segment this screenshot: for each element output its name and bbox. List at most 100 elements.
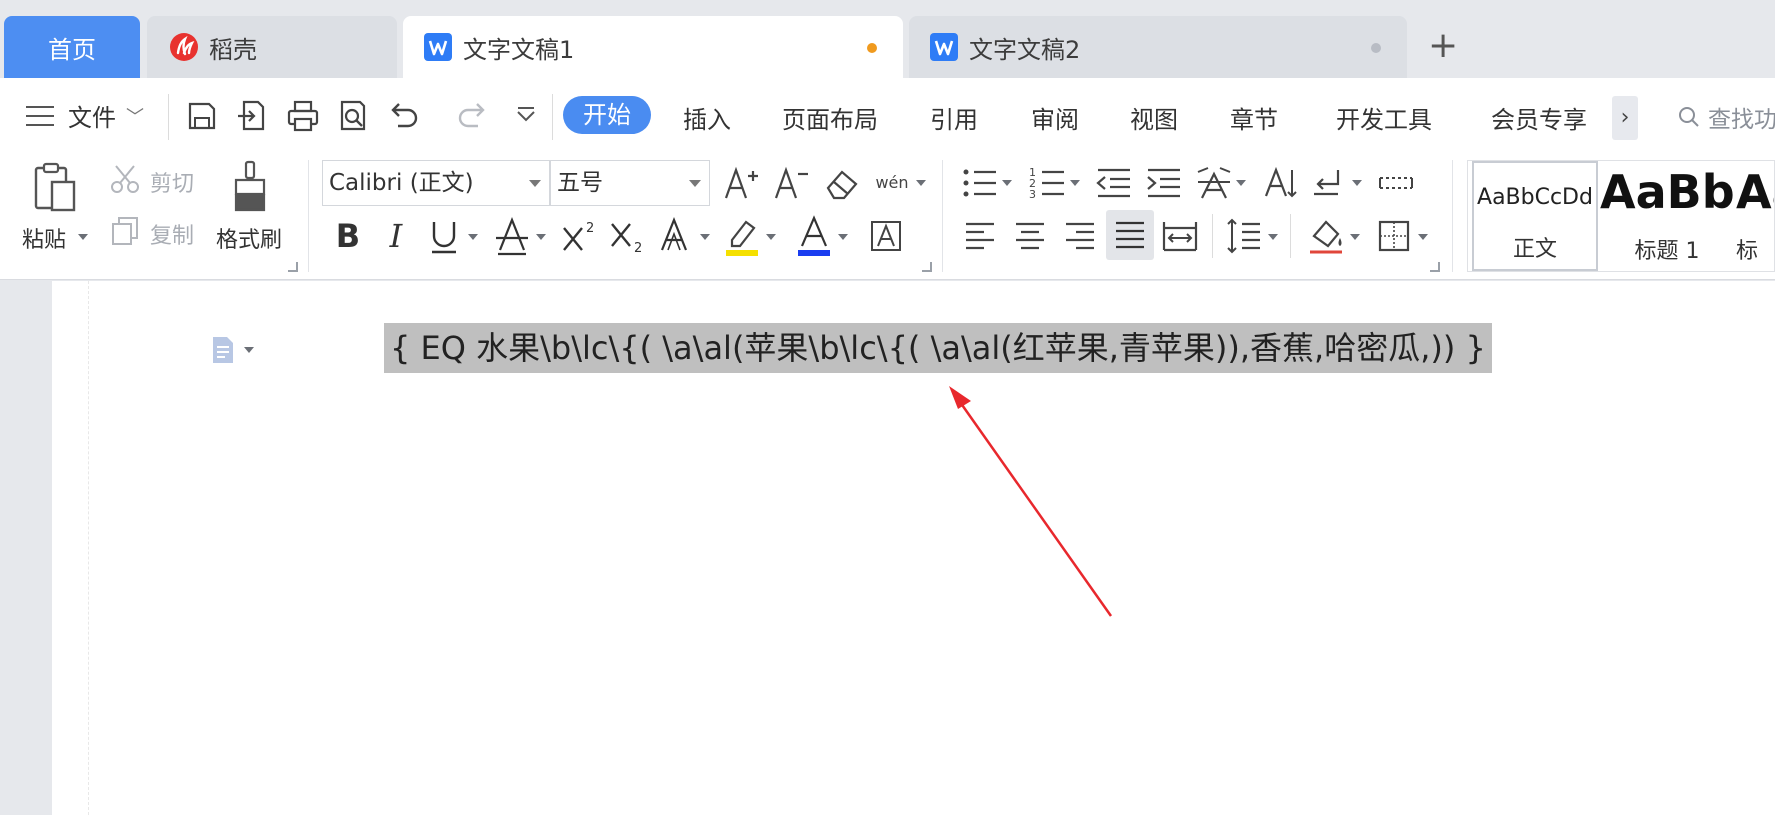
strikethrough-button[interactable] (492, 214, 532, 258)
align-left-icon (966, 222, 994, 250)
line-spacing-button[interactable] (1224, 214, 1264, 258)
bullets-button[interactable] (960, 164, 1000, 202)
tab-close-dot-icon[interactable] (1371, 43, 1381, 53)
show-marks-icon (1314, 170, 1340, 196)
text-direction-dropdown-icon[interactable] (1352, 180, 1362, 186)
char-border-button[interactable] (866, 214, 906, 258)
paint-bucket-icon (1310, 220, 1342, 254)
underline-dropdown-icon[interactable] (468, 234, 478, 240)
save-icon (188, 102, 216, 130)
command-search-label: 查找功 (1708, 107, 1775, 133)
svg-text:2: 2 (586, 221, 594, 236)
decrease-indent-icon (1096, 168, 1130, 198)
align-right-button[interactable] (1060, 214, 1100, 258)
shrink-font-button[interactable] (772, 164, 812, 202)
clear-format-button[interactable] (822, 164, 862, 202)
superscript-button[interactable]: 2 (560, 214, 600, 258)
sort-icon (1264, 166, 1297, 198)
tab-home[interactable]: 首页 (4, 16, 140, 78)
file-menu-label: 文件 (68, 104, 116, 132)
highlight-dropdown-icon[interactable] (766, 234, 776, 240)
text-direction-button[interactable] (1308, 164, 1348, 202)
font-name-select[interactable]: Calibri (正文) (322, 160, 550, 206)
numbering-dropdown-icon[interactable] (1070, 180, 1080, 186)
sort-button[interactable] (1260, 164, 1300, 202)
tab-references[interactable]: 引用 (930, 100, 978, 135)
paragraph-handle-button[interactable] (210, 335, 254, 365)
align-center-button[interactable] (1010, 214, 1050, 258)
justify-button[interactable] (1106, 210, 1154, 260)
equation-field-code[interactable]: { EQ 水果\b\lc\{( \a\al(苹果\b\lc\{( \a\al(红… (384, 323, 1492, 373)
style-heading-1[interactable]: AaBb 标题 1 (1600, 161, 1735, 271)
svg-text:3: 3 (1029, 188, 1036, 201)
chinese-layout-dropdown-icon[interactable] (1236, 180, 1246, 186)
export-button[interactable] (232, 96, 272, 136)
numbering-button[interactable]: 123 (1028, 164, 1068, 202)
document-page[interactable]: { EQ 水果\b\lc\{( \a\al(苹果\b\lc\{( \a\al(红… (52, 281, 1775, 815)
phonetic-guide-button[interactable]: wén (870, 162, 914, 202)
customize-quick-access-button[interactable] (506, 96, 546, 136)
paragraph-launcher-icon[interactable] (1430, 262, 1440, 272)
style-normal[interactable]: AaBbCcDd 正文 (1472, 161, 1598, 271)
print-icon (287, 100, 319, 132)
paste-button[interactable] (30, 160, 82, 216)
borders-button[interactable] (1374, 214, 1414, 258)
clipboard-launcher-icon[interactable] (288, 262, 298, 272)
font-color-dropdown-icon[interactable] (838, 234, 848, 240)
font-color-button[interactable] (794, 214, 834, 258)
new-tab-button[interactable]: + (1428, 26, 1458, 66)
highlight-button[interactable] (722, 214, 762, 258)
grow-font-button[interactable] (722, 164, 762, 202)
save-button[interactable] (182, 96, 222, 136)
underline-button[interactable] (424, 214, 464, 258)
tab-chapter[interactable]: 章节 (1230, 100, 1278, 135)
tab-insert[interactable]: 插入 (683, 100, 731, 135)
font-launcher-icon[interactable] (922, 262, 932, 272)
file-menu-button[interactable]: 文件 ﹀ (26, 98, 144, 133)
print-preview-button[interactable] (333, 96, 373, 136)
shading-button[interactable] (1306, 214, 1346, 258)
paste-dropdown-icon[interactable] (78, 234, 88, 240)
line-spacing-dropdown-icon[interactable] (1268, 234, 1278, 240)
tab-document-1-label: 文字文稿1 (463, 35, 575, 64)
distributed-button[interactable] (1160, 214, 1200, 258)
shading-dropdown-icon[interactable] (1350, 234, 1360, 240)
text-effect-dropdown-icon[interactable] (700, 234, 710, 240)
tab-document-2[interactable]: 文字文稿2 (909, 16, 1407, 78)
chinese-layout-button[interactable] (1194, 164, 1234, 202)
text-effect-button[interactable] (656, 214, 696, 258)
subscript-button[interactable]: 2 (608, 214, 648, 258)
strikethrough-dropdown-icon[interactable] (536, 234, 546, 240)
print-button[interactable] (283, 96, 323, 136)
tab-developer[interactable]: 开发工具 (1336, 100, 1432, 135)
cut-button[interactable] (108, 162, 142, 196)
bullets-dropdown-icon[interactable] (1002, 180, 1012, 186)
font-size-select[interactable]: 五号 (550, 160, 710, 206)
phonetic-dropdown-icon[interactable] (916, 180, 926, 186)
tab-document-1[interactable]: 文字文稿1 (403, 16, 903, 78)
copy-button[interactable] (108, 214, 142, 248)
tab-view[interactable]: 视图 (1130, 100, 1178, 135)
decrease-indent-button[interactable] (1094, 164, 1134, 202)
increase-indent-icon (1147, 168, 1180, 198)
tab-review[interactable]: 审阅 (1031, 100, 1079, 135)
more-tabs-button[interactable]: › (1612, 96, 1638, 140)
style-normal-preview: AaBbCcDd (1477, 185, 1593, 210)
chinese-layout-icon (1197, 167, 1231, 199)
increase-indent-button[interactable] (1144, 164, 1184, 202)
italic-button[interactable]: I (376, 214, 416, 258)
tab-daoke[interactable]: 稻壳 (147, 16, 397, 78)
divider (308, 160, 309, 272)
tab-page-layout[interactable]: 页面布局 (782, 100, 878, 135)
undo-button[interactable] (384, 96, 424, 136)
borders-dropdown-icon[interactable] (1418, 234, 1428, 240)
align-left-button[interactable] (960, 214, 1000, 258)
style-heading-2[interactable]: Aa 标 (1736, 161, 1774, 271)
command-search[interactable]: 查找功 (1676, 100, 1775, 134)
tab-start[interactable]: 开始 (563, 96, 651, 134)
bold-button[interactable]: B (328, 214, 368, 258)
tab-membership[interactable]: 会员专享 (1491, 100, 1587, 135)
format-painter-button[interactable] (228, 160, 272, 216)
table-tab-button[interactable] (1376, 164, 1416, 202)
redo-button[interactable] (452, 96, 492, 136)
